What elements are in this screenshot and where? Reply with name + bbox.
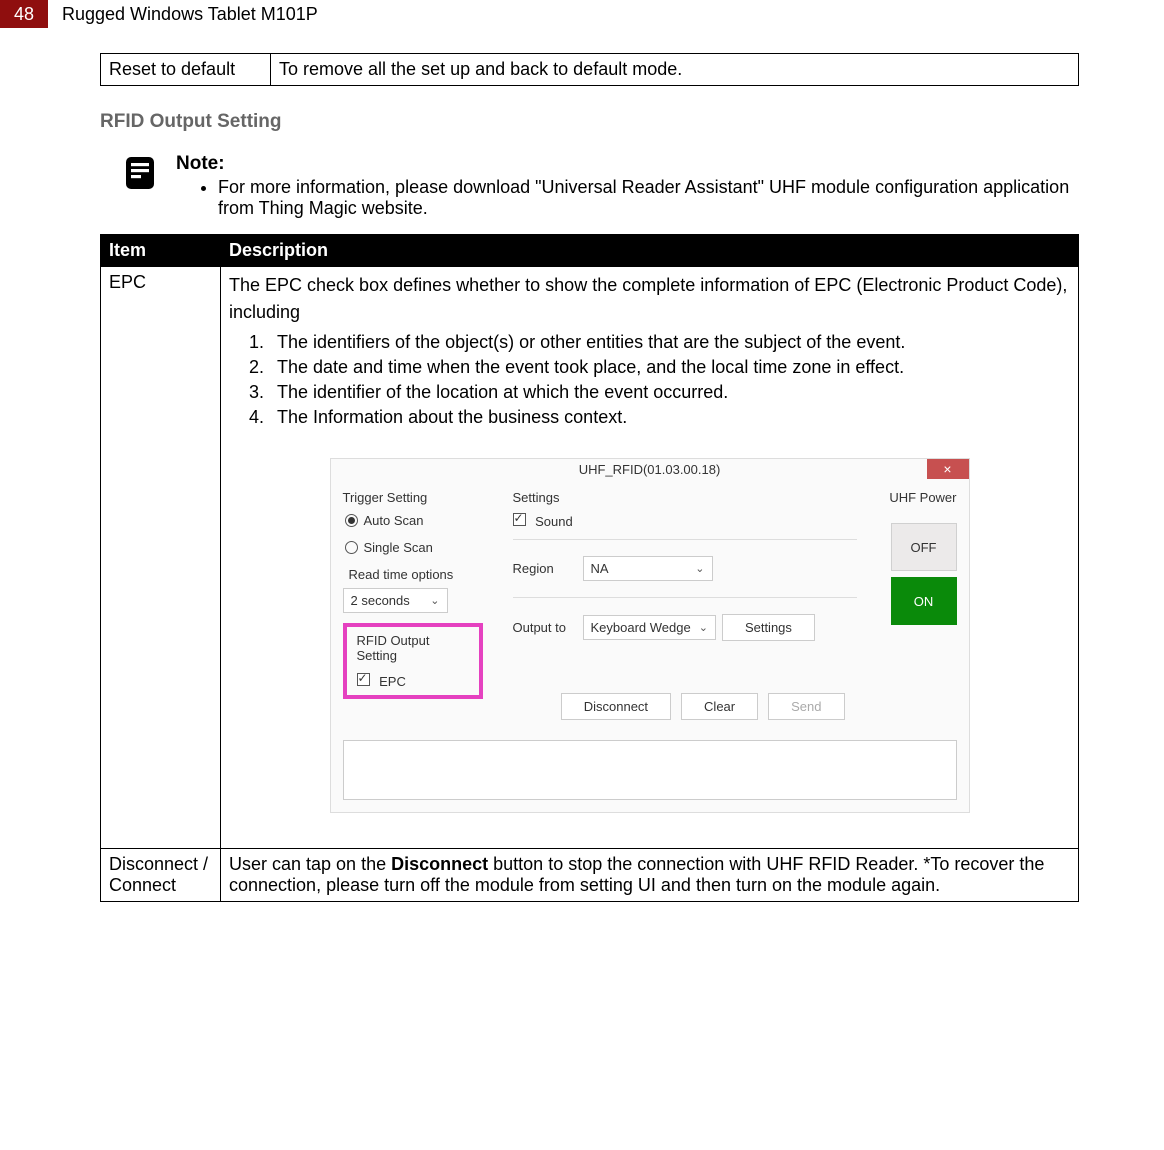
disc-pre: User can tap on the (229, 854, 391, 874)
send-button[interactable]: Send (768, 693, 844, 720)
radio-icon (345, 514, 358, 527)
region-select[interactable]: NA ⌄ (583, 556, 713, 581)
note-bullet: For more information, please download "U… (218, 177, 1079, 219)
reset-table: Reset to default To remove all the set u… (100, 53, 1079, 86)
close-icon[interactable]: × (927, 459, 969, 479)
region-label: Region (513, 561, 583, 576)
row-epc-desc: The EPC check box defines whether to sho… (221, 267, 1079, 849)
chevron-down-icon: ⌄ (699, 621, 708, 634)
chevron-down-icon: ⌄ (430, 594, 439, 607)
radio-icon (345, 541, 358, 554)
single-scan-label: Single Scan (364, 540, 433, 555)
note-block: Note: For more information, please downl… (100, 153, 1079, 219)
read-time-label: Read time options (349, 567, 483, 582)
single-scan-radio[interactable]: Single Scan (345, 540, 483, 555)
read-time-select[interactable]: 2 seconds ⌄ (343, 588, 448, 613)
reset-desc: To remove all the set up and back to def… (271, 54, 1079, 86)
page-content: Reset to default To remove all the set u… (0, 53, 1164, 942)
section-heading: RFID Output Setting (100, 111, 1079, 133)
app-titlebar: UHF_RFID(01.03.00.18) × (331, 459, 969, 480)
row-epc-item: EPC (101, 267, 221, 849)
note-title: Note: (176, 153, 1079, 175)
uhf-power-on-button[interactable]: ON (891, 577, 957, 625)
uhf-power-label: UHF Power (867, 490, 957, 505)
epc-ol-2: The date and time when the event took pl… (269, 357, 1070, 378)
rfid-output-label: RFID Output Setting (357, 633, 469, 663)
trigger-setting-label: Trigger Setting (343, 490, 483, 505)
epc-ol-1: The identifiers of the object(s) or othe… (269, 332, 1070, 353)
description-table: Item Description EPC The EPC check box d… (100, 234, 1079, 902)
uhf-rfid-app: UHF_RFID(01.03.00.18) × Trigger Setting … (330, 458, 970, 813)
row-disconnect-item: Disconnect / Connect (101, 849, 221, 902)
clear-button[interactable]: Clear (681, 693, 758, 720)
epc-checkbox[interactable] (357, 673, 370, 686)
page-title: Rugged Windows Tablet M101P (62, 4, 318, 25)
output-to-select[interactable]: Keyboard Wedge ⌄ (583, 615, 716, 640)
settings-label: Settings (513, 490, 857, 505)
uhf-power-off-button[interactable]: OFF (891, 523, 957, 571)
reset-label: Reset to default (101, 54, 271, 86)
page-number: 48 (0, 0, 48, 28)
region-value: NA (591, 561, 609, 576)
th-item: Item (101, 235, 221, 267)
sound-checkbox[interactable] (513, 513, 526, 526)
epc-label: EPC (379, 674, 406, 689)
rfid-output-highlight: RFID Output Setting EPC (343, 623, 483, 699)
disconnect-button[interactable]: Disconnect (561, 693, 671, 720)
auto-scan-radio[interactable]: Auto Scan (345, 513, 483, 528)
read-time-value: 2 seconds (351, 593, 410, 608)
epc-ol-4: The Information about the business conte… (269, 407, 1070, 428)
epc-ol-3: The identifier of the location at which … (269, 382, 1070, 403)
app-title-text: UHF_RFID(01.03.00.18) (579, 462, 721, 477)
output-to-label: Output to (513, 620, 583, 635)
disc-bold: Disconnect (391, 854, 488, 874)
chevron-down-icon: ⌄ (695, 562, 704, 575)
note-icon (120, 153, 164, 219)
page-header: 48 Rugged Windows Tablet M101P (0, 0, 1164, 28)
output-to-value: Keyboard Wedge (591, 620, 691, 635)
output-textarea[interactable] (343, 740, 957, 800)
th-desc: Description (221, 235, 1079, 267)
row-disconnect-desc: User can tap on the Disconnect button to… (221, 849, 1079, 902)
settings-button[interactable]: Settings (722, 614, 815, 641)
epc-intro: The EPC check box defines whether to sho… (229, 272, 1070, 326)
sound-label: Sound (535, 514, 573, 529)
auto-scan-label: Auto Scan (364, 513, 424, 528)
